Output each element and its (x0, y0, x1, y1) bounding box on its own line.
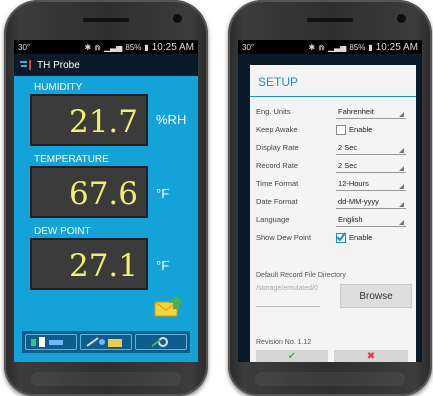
spinner-value: English (338, 215, 363, 224)
display-rate-spinner[interactable]: 2 Sec (336, 142, 406, 155)
battery-icon: ▮ (144, 42, 149, 52)
dropdown-arrow-icon (399, 166, 404, 171)
setting-label: Time Format (256, 179, 299, 188)
checkmark-icon (336, 232, 346, 242)
wrench-icon (151, 337, 168, 347)
dew-point-unit: °F (156, 258, 170, 273)
status-temp: 30° (242, 42, 255, 52)
bottom-toolbar (22, 331, 190, 353)
setup-dialog: SETUP Eng. Units Fahrenheit Keep Awake E… (250, 65, 416, 362)
status-time: 10:25 AM (375, 41, 418, 53)
phone-speaker (307, 18, 353, 22)
signal-icon: ▁▃▅ (327, 42, 347, 52)
eng-units-spinner[interactable]: Fahrenheit (336, 106, 406, 119)
show-dew-point-checkbox[interactable] (336, 232, 346, 243)
humidity-value: 21.7 (68, 104, 138, 140)
files-button[interactable] (80, 334, 132, 350)
app-body: HUMIDITY 21.7 %RH TEMPERATURE 67.6 °F DE… (14, 76, 198, 362)
dialog-title: SETUP (250, 65, 416, 97)
record-directory-field[interactable]: /storage/emulated/0 (256, 284, 320, 307)
record-directory-label: Default Record File Directory (256, 272, 346, 279)
setting-label: Keep Awake (256, 125, 298, 134)
setting-label: Language (256, 215, 290, 224)
setting-row-time-format: Time Format 12-Hours (256, 177, 408, 191)
send-mail-icon[interactable] (154, 294, 184, 318)
temperature-value: 67.6 (68, 176, 138, 212)
battery-percent: 85% (349, 42, 366, 52)
dew-point-value: 27.1 (68, 248, 138, 284)
battery-icon: ▮ (368, 42, 373, 52)
phone-chin (31, 372, 181, 386)
checkbox-label: Enable (349, 125, 373, 134)
battery-percent: 85% (125, 42, 142, 52)
status-temp: 30° (18, 42, 31, 52)
humidity-label: HUMIDITY (34, 82, 83, 93)
device-phone-icon (31, 337, 63, 347)
setting-row-keep-awake: Keep Awake Enable (256, 123, 408, 137)
spinner-value: 12-Hours (338, 179, 369, 188)
app-logo-icon[interactable] (20, 60, 32, 70)
revision-number: Revision No. 1.12 (256, 339, 312, 346)
setting-row-show-dew-point: Show Dew Point Enable (256, 231, 408, 245)
dropdown-arrow-icon (399, 202, 404, 207)
temperature-unit: °F (156, 186, 170, 201)
setting-label: Record Rate (256, 161, 299, 170)
status-time: 10:25 AM (151, 41, 194, 53)
setting-label: Display Rate (256, 143, 299, 152)
devices-button[interactable] (25, 334, 77, 350)
dew-point-box: 27.1 (30, 238, 148, 290)
bluetooth-icon: ✱ (308, 42, 316, 52)
status-bar: 30° ✱ ⋒ ▁▃▅ 85% ▮ 10:25 AM (238, 40, 422, 54)
signal-icon: ▁▃▅ (103, 42, 123, 52)
wifi-icon: ⋒ (318, 42, 325, 52)
setting-row-eng-units: Eng. Units Fahrenheit (256, 105, 408, 119)
ok-button[interactable]: ✔ (256, 350, 328, 362)
left-phone: 30° ✱ ⋒ ▁▃▅ 85% ▮ 10:25 AM TH Probe HUMI… (4, 0, 208, 396)
status-right: ✱ ⋒ ▁▃▅ 85% ▮ 10:25 AM (308, 42, 418, 53)
spinner-value: dd-MM-yyyy (338, 197, 379, 206)
date-format-spinner[interactable]: dd-MM-yyyy (336, 196, 406, 209)
app-title: TH Probe (37, 59, 80, 71)
right-screen: 30° ✱ ⋒ ▁▃▅ 85% ▮ 10:25 AM SETUP Eng. Un… (238, 40, 422, 362)
keep-awake-checkbox[interactable] (336, 125, 346, 135)
dropdown-arrow-icon (399, 220, 404, 225)
humidity-box: 21.7 (30, 94, 148, 146)
left-screen: 30° ✱ ⋒ ▁▃▅ 85% ▮ 10:25 AM TH Probe HUMI… (14, 40, 198, 362)
folder-icon (86, 337, 122, 347)
status-bar: 30° ✱ ⋒ ▁▃▅ 85% ▮ 10:25 AM (14, 40, 198, 54)
spinner-value: 2 Sec (338, 161, 358, 170)
phone-speaker (83, 18, 129, 22)
phone-camera (397, 14, 406, 23)
setting-row-display-rate: Display Rate 2 Sec (256, 141, 408, 155)
setting-row-language: Language English (256, 213, 408, 227)
setting-label: Date Format (256, 197, 298, 206)
humidity-unit: %RH (156, 112, 187, 127)
settings-button[interactable] (135, 334, 187, 350)
temperature-label: TEMPERATURE (34, 154, 109, 165)
temperature-box: 67.6 (30, 166, 148, 218)
right-phone: 30° ✱ ⋒ ▁▃▅ 85% ▮ 10:25 AM SETUP Eng. Un… (228, 0, 432, 396)
dew-point-label: DEW POINT (34, 226, 91, 237)
bluetooth-icon: ✱ (84, 42, 92, 52)
record-rate-spinner[interactable]: 2 Sec (336, 160, 406, 173)
status-right: ✱ ⋒ ▁▃▅ 85% ▮ 10:25 AM (84, 42, 194, 53)
checkbox-label: Enable (349, 233, 373, 242)
spinner-value: 2 Sec (338, 143, 358, 152)
setting-row-date-format: Date Format dd-MM-yyyy (256, 195, 408, 209)
dropdown-arrow-icon (399, 112, 404, 117)
setting-label: Show Dew Point (256, 233, 312, 242)
time-format-spinner[interactable]: 12-Hours (336, 178, 406, 191)
language-spinner[interactable]: English (336, 214, 406, 227)
wifi-icon: ⋒ (94, 42, 101, 52)
phone-camera (173, 14, 182, 23)
dropdown-arrow-icon (399, 184, 404, 189)
spinner-value: Fahrenheit (338, 107, 374, 116)
setting-row-record-rate: Record Rate 2 Sec (256, 159, 408, 173)
action-bar: TH Probe (14, 54, 198, 76)
setting-label: Eng. Units (256, 107, 291, 116)
browse-button[interactable]: Browse (340, 284, 412, 308)
phone-chin (255, 372, 405, 386)
dropdown-arrow-icon (399, 148, 404, 153)
cancel-button[interactable]: ✖ (334, 350, 408, 362)
